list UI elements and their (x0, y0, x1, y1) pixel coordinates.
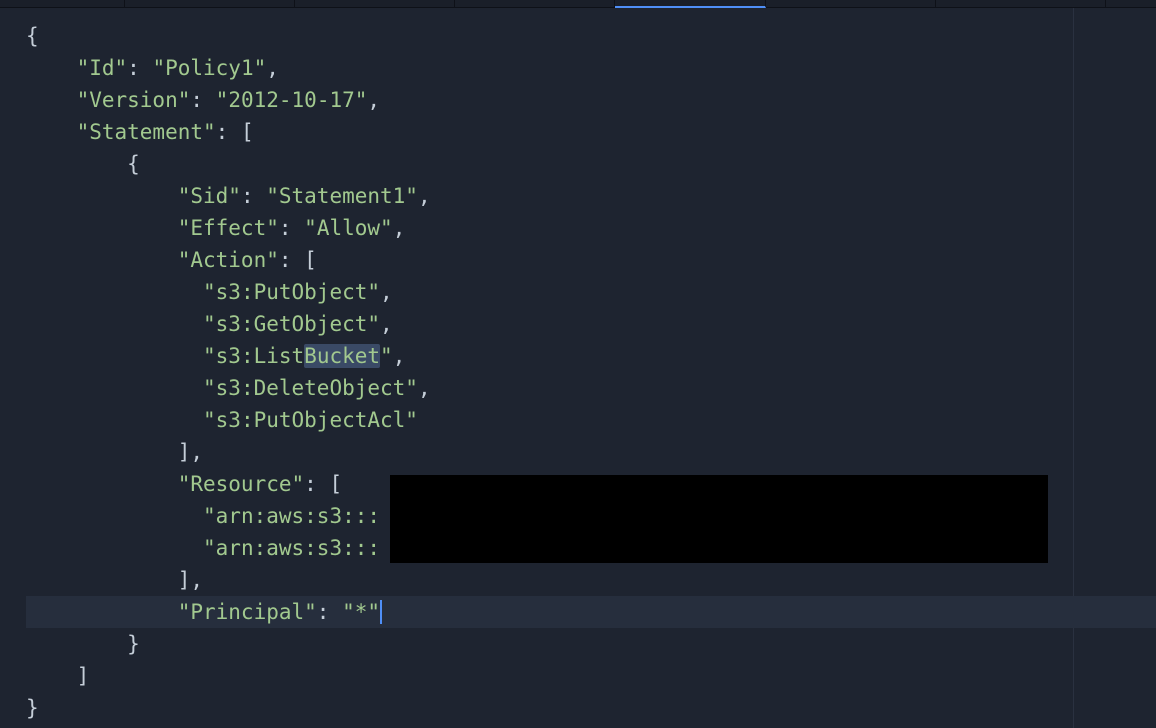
editor-tab[interactable] (125, 0, 295, 8)
punct: , (266, 56, 279, 80)
code-line[interactable]: "Id": "Policy1", (26, 52, 1156, 84)
punct: , (380, 280, 393, 304)
code-line[interactable]: "s3:PutObjectAcl" (26, 404, 1156, 436)
code-editor[interactable]: { "Id": "Policy1", "Version": "2012-10-1… (0, 8, 1156, 728)
punct: : [ (216, 120, 254, 144)
json-string: "Statement1" (266, 184, 418, 208)
brace-close: } (26, 696, 39, 720)
code-line[interactable]: "s3:GetObject", (26, 308, 1156, 340)
json-string: "s3:PutObject" (203, 280, 380, 304)
json-string: "s3:PutObjectAcl" (203, 408, 418, 432)
code-line[interactable]: "s3:ListBucket", (26, 340, 1156, 372)
punct: ], (178, 568, 203, 592)
editor-tab[interactable] (295, 0, 455, 8)
brace-close: } (127, 632, 140, 656)
code-line[interactable]: "Version": "2012-10-17", (26, 84, 1156, 116)
punct: : (190, 88, 215, 112)
code-line[interactable]: } (26, 692, 1156, 724)
code-line[interactable]: ], (26, 564, 1156, 596)
redaction-block (390, 475, 1048, 563)
json-key: "Version" (77, 88, 191, 112)
code-line[interactable]: "Action": [ (26, 244, 1156, 276)
code-line-current[interactable]: "Principal": "*" (26, 596, 1156, 628)
json-key: "Sid" (178, 184, 241, 208)
punct: , (380, 312, 393, 336)
editor-tab[interactable] (0, 0, 125, 8)
code-line[interactable]: ], (26, 436, 1156, 468)
json-string: "s3:List (203, 344, 304, 368)
punct: ], (178, 440, 203, 464)
code-line[interactable]: "Effect": "Allow", (26, 212, 1156, 244)
code-line[interactable]: } (26, 628, 1156, 660)
code-line[interactable]: { (26, 20, 1156, 52)
punct: : (127, 56, 152, 80)
json-key: "Principal" (178, 600, 317, 624)
tab-bar (0, 0, 1156, 8)
code-line[interactable]: "Sid": "Statement1", (26, 180, 1156, 212)
punct: , (418, 184, 431, 208)
brace-open: { (127, 152, 140, 176)
punct: , (418, 376, 431, 400)
punct: : (279, 216, 304, 240)
json-string: " (380, 344, 393, 368)
json-string: "*" (342, 600, 380, 624)
punct: , (393, 216, 406, 240)
json-string: "Allow" (304, 216, 393, 240)
code-line[interactable]: ] (26, 660, 1156, 692)
editor-tab[interactable] (455, 0, 615, 8)
code-line[interactable]: "s3:PutObject", (26, 276, 1156, 308)
code-line[interactable]: "Statement": [ (26, 116, 1156, 148)
json-key: "Resource" (178, 472, 304, 496)
json-key: "Statement" (77, 120, 216, 144)
selected-text: Bucket (304, 344, 380, 368)
bracket-close: ] (77, 664, 90, 688)
json-string: "s3:GetObject" (203, 312, 380, 336)
json-string: "2012-10-17" (216, 88, 368, 112)
json-key: "Id" (77, 56, 128, 80)
punct: : (317, 600, 342, 624)
json-string: "arn:aws:s3::: (203, 536, 380, 560)
json-string: "Policy1" (152, 56, 266, 80)
editor-tab[interactable] (766, 0, 936, 8)
punct: : (241, 184, 266, 208)
punct: : [ (279, 248, 317, 272)
json-string: "s3:DeleteObject" (203, 376, 418, 400)
punct: : [ (304, 472, 342, 496)
punct: , (393, 344, 406, 368)
text-cursor (380, 600, 382, 624)
json-string: "arn:aws:s3::: (203, 504, 380, 528)
brace-open: { (26, 24, 39, 48)
json-key: "Action" (178, 248, 279, 272)
code-line[interactable]: "s3:DeleteObject", (26, 372, 1156, 404)
editor-tab[interactable] (936, 0, 1106, 8)
json-key: "Effect" (178, 216, 279, 240)
editor-tab[interactable] (615, 0, 766, 8)
punct: , (367, 88, 380, 112)
code-line[interactable]: { (26, 148, 1156, 180)
